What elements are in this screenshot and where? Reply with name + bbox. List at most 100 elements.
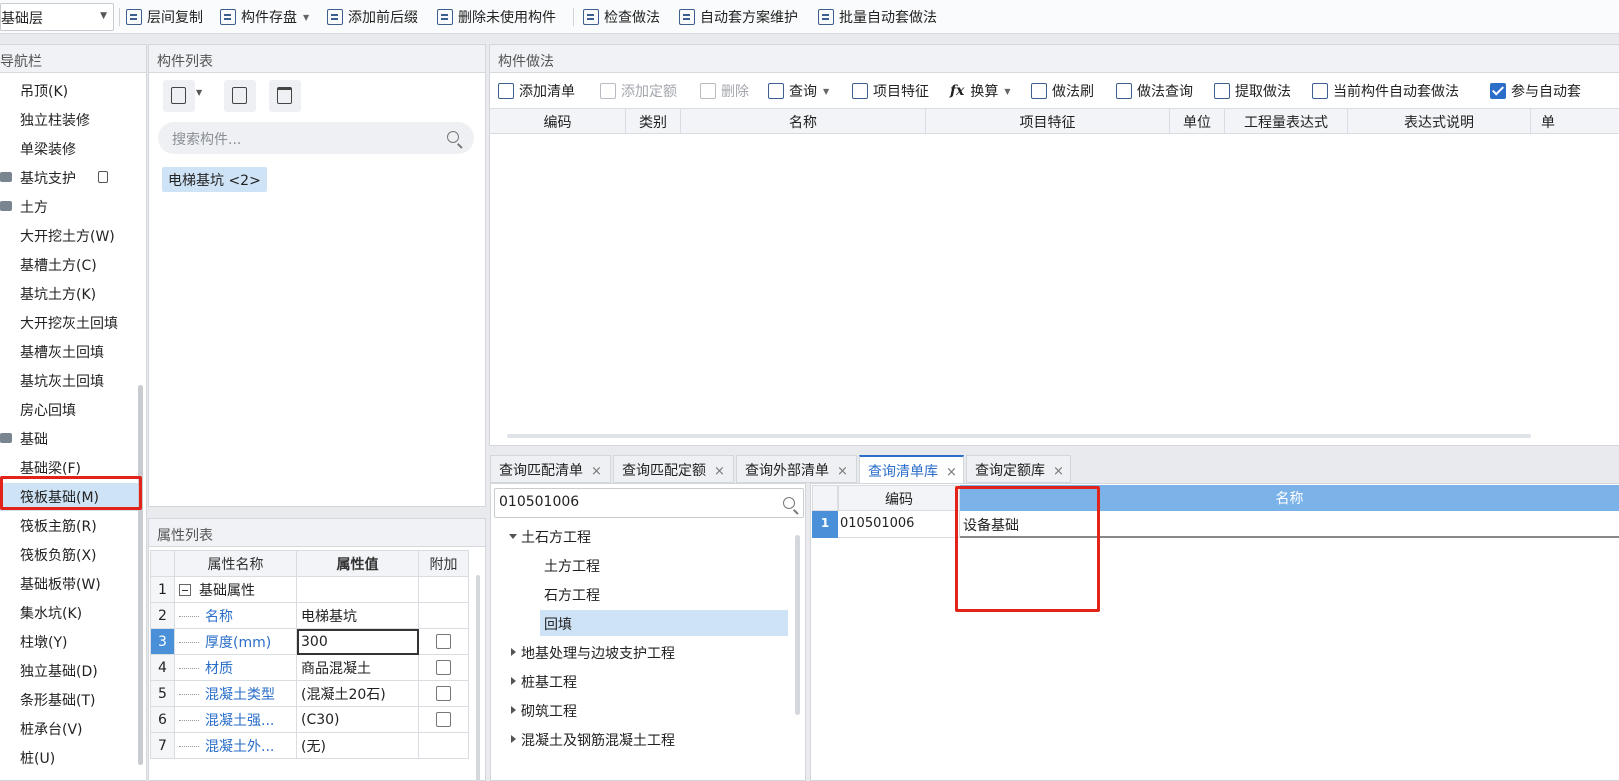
batch-auto-button[interactable]: 批量自动套做法: [818, 6, 937, 28]
extra-checkbox[interactable]: [436, 686, 451, 701]
query-button[interactable]: 查询 ▼: [768, 80, 829, 102]
extract-method-button[interactable]: 提取做法: [1214, 80, 1291, 102]
tree-node[interactable]: 桩基工程: [505, 668, 785, 694]
chevron-down-icon[interactable]: ▼: [196, 88, 202, 97]
collapsed-icon[interactable]: [511, 648, 516, 656]
convert-button[interactable]: fx 换算 ▼: [950, 80, 1011, 102]
add-list-button[interactable]: 添加清单: [498, 80, 575, 102]
table-row[interactable]: 2 名称 电梯基坑: [150, 602, 469, 629]
table-row[interactable]: 4 材质 商品混凝土: [150, 654, 469, 681]
auto-apply-current-button[interactable]: 当前构件自动套做法: [1312, 80, 1459, 102]
close-icon[interactable]: ×: [591, 464, 602, 479]
col-name[interactable]: 名称: [681, 109, 926, 133]
tree-node[interactable]: 土方工程: [540, 552, 788, 578]
attr-value[interactable]: (混凝土20石): [296, 680, 419, 707]
nav-group-foundation[interactable]: 基础: [0, 425, 140, 453]
collapsed-icon[interactable]: [511, 735, 516, 743]
nav-item[interactable]: 独立基础(D): [0, 657, 140, 685]
copy-component-button[interactable]: [224, 80, 256, 112]
attr-value-editing[interactable]: 300: [296, 628, 419, 655]
nav-item[interactable]: 基础板带(W): [0, 570, 140, 598]
nav-item[interactable]: 桩(U): [0, 744, 140, 772]
tree-node-backfill[interactable]: 回填: [540, 610, 788, 636]
auto-scheme-button[interactable]: 自动套方案维护: [679, 6, 798, 28]
close-icon[interactable]: ×: [714, 464, 725, 479]
search-icon[interactable]: [783, 497, 795, 509]
close-icon[interactable]: ×: [837, 464, 848, 479]
col-more[interactable]: 单: [1531, 109, 1619, 133]
tab-match-list[interactable]: 查询匹配清单 ×: [490, 455, 611, 483]
result-code-header[interactable]: 编码: [838, 485, 960, 511]
method-brush-button[interactable]: 做法刷: [1031, 80, 1094, 102]
collapsed-icon[interactable]: [511, 677, 516, 685]
nav-item[interactable]: 吊顶(K): [0, 77, 140, 105]
col-expression[interactable]: 工程量表达式: [1225, 109, 1348, 133]
nav-item[interactable]: 大开挖灰土回填: [0, 309, 140, 337]
attr-value[interactable]: 电梯基坑: [296, 602, 419, 629]
nav-item[interactable]: 集水坑(K): [0, 599, 140, 627]
tab-quota-library[interactable]: 查询定额库 ×: [966, 455, 1071, 483]
component-item[interactable]: 电梯基坑 <2>: [162, 167, 267, 192]
table-row[interactable]: 7 混凝土外... (无): [150, 732, 469, 759]
nav-item[interactable]: 基槽灰土回填: [0, 338, 140, 366]
check-method-button[interactable]: 检查做法: [583, 6, 660, 28]
add-quota-button[interactable]: 添加定额: [600, 80, 677, 102]
col-feature[interactable]: 项目特征: [926, 109, 1170, 133]
extra-checkbox[interactable]: [436, 634, 451, 649]
col-category[interactable]: 类别: [626, 109, 681, 133]
participate-auto-checkbox[interactable]: 参与自动套: [1490, 80, 1619, 102]
extra-checkbox[interactable]: [436, 660, 451, 675]
nav-item[interactable]: 筏板负筋(X): [0, 541, 140, 569]
tree-scrollbar[interactable]: [795, 535, 800, 715]
add-prefix-suffix-button[interactable]: 添加前后缀: [327, 6, 418, 28]
close-icon[interactable]: ×: [1053, 464, 1064, 479]
extra-checkbox[interactable]: [436, 712, 451, 727]
nav-item[interactable]: 单梁装修: [0, 135, 140, 163]
nav-item[interactable]: 大开挖土方(W): [0, 222, 140, 250]
result-code-cell[interactable]: 010501006: [838, 511, 960, 538]
nav-item[interactable]: 基槽土方(C): [0, 251, 140, 279]
tree-node-earthwork[interactable]: 土石方工程: [505, 523, 785, 549]
table-row[interactable]: 3 厚度(mm) 300: [150, 628, 469, 655]
item-feature-button[interactable]: 项目特征: [852, 80, 929, 102]
nav-group-pit-support[interactable]: 基坑支护: [0, 164, 140, 192]
search-icon[interactable]: [447, 131, 459, 143]
tab-external-list[interactable]: 查询外部清单 ×: [736, 455, 857, 483]
nav-item[interactable]: 条形基础(T): [0, 686, 140, 714]
close-icon[interactable]: ×: [946, 465, 957, 480]
attr-value[interactable]: (无): [296, 732, 419, 759]
table-row[interactable]: 6 混凝土强... (C30): [150, 706, 469, 733]
col-unit[interactable]: 单位: [1170, 109, 1225, 133]
table-row[interactable]: 5 混凝土类型 (混凝土20石): [150, 680, 469, 707]
delete-component-button[interactable]: [269, 80, 301, 112]
delete-unused-button[interactable]: 删除未使用构件: [437, 6, 556, 28]
nav-item[interactable]: 筏板主筋(R): [0, 512, 140, 540]
delete-method-button[interactable]: 删除: [700, 80, 749, 102]
col-expression-note[interactable]: 表达式说明: [1348, 109, 1531, 133]
table-row[interactable]: 1 基础属性: [150, 576, 469, 603]
nav-item[interactable]: 柱墩(Y): [0, 628, 140, 656]
tab-list-library[interactable]: 查询清单库 ×: [859, 455, 964, 484]
expanded-icon[interactable]: [509, 534, 517, 539]
col-code[interactable]: 编码: [490, 109, 626, 133]
nav-item[interactable]: 桩承台(V): [0, 715, 140, 743]
tree-node[interactable]: 石方工程: [540, 581, 788, 607]
list-search-input[interactable]: 010501006: [494, 488, 804, 518]
collapse-icon[interactable]: [179, 583, 191, 596]
component-search[interactable]: 搜索构件...: [158, 122, 474, 154]
tree-node[interactable]: 地基处理与边坡支护工程: [505, 639, 785, 665]
nav-scrollbar[interactable]: [138, 385, 143, 765]
nav-item[interactable]: 房心回填: [0, 396, 140, 424]
tab-match-quota[interactable]: 查询匹配定额 ×: [613, 455, 734, 483]
attr-value[interactable]: (C30): [296, 706, 419, 733]
component-save-button[interactable]: 构件存盘 ▼: [220, 6, 309, 28]
new-component-button[interactable]: [163, 80, 195, 112]
tree-node[interactable]: 混凝土及钢筋混凝土工程: [505, 726, 785, 752]
nav-item[interactable]: 基坑灰土回填: [0, 367, 140, 395]
attr-value[interactable]: 商品混凝土: [296, 654, 419, 681]
nav-item[interactable]: 独立柱装修: [0, 106, 140, 134]
nav-item[interactable]: 基坑土方(K): [0, 280, 140, 308]
attr-group-cell[interactable]: 基础属性: [174, 576, 297, 603]
collapsed-icon[interactable]: [511, 706, 516, 714]
method-query-button[interactable]: 做法查询: [1116, 80, 1193, 102]
